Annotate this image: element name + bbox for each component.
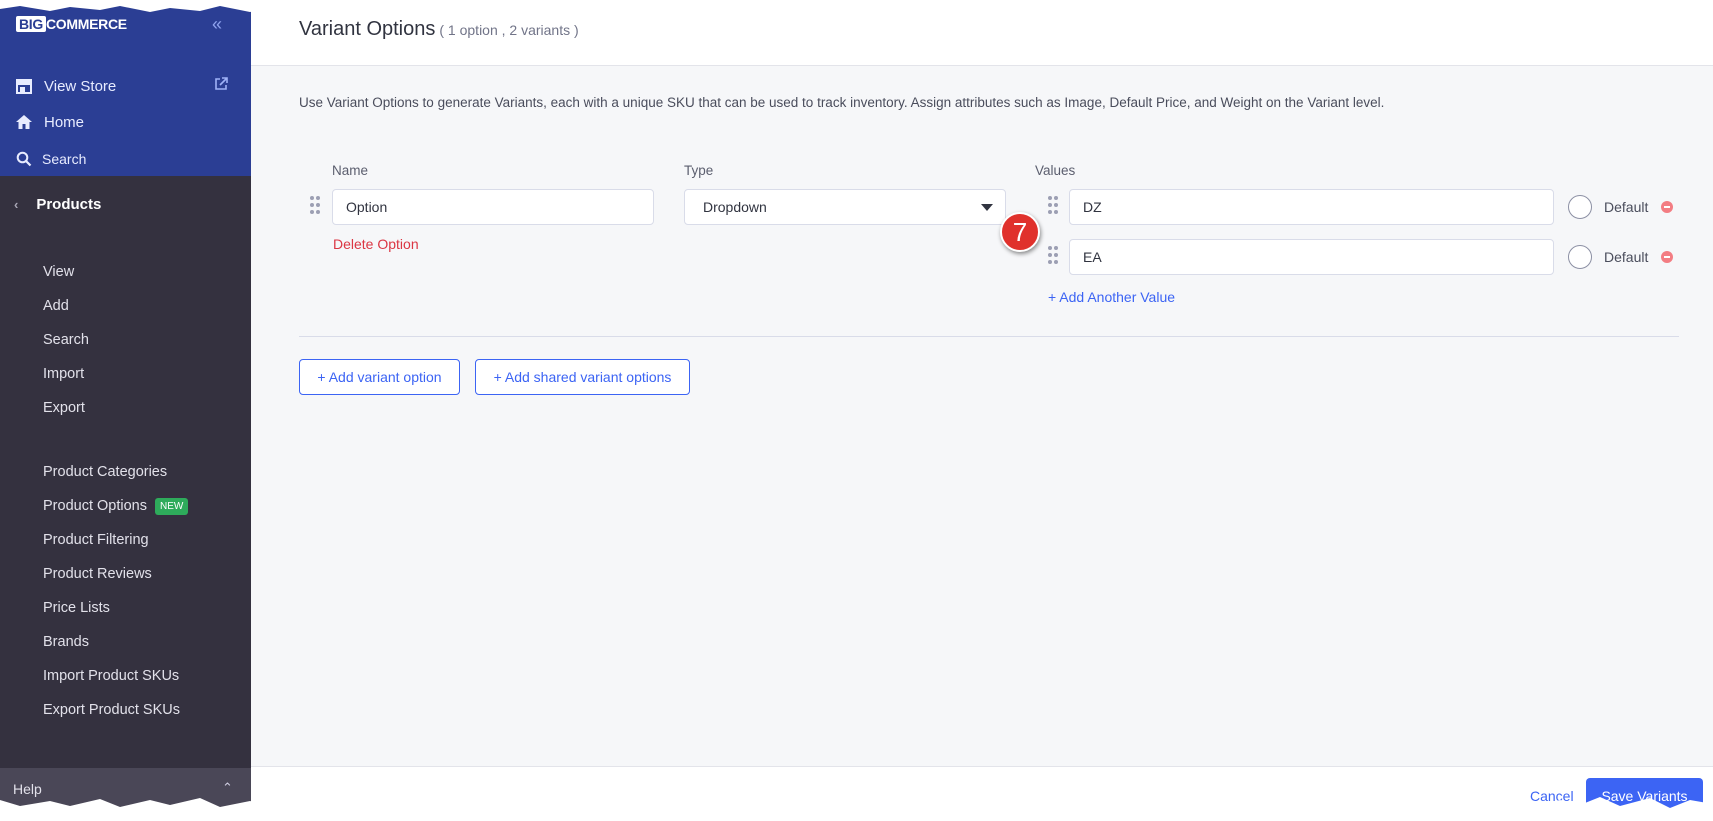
help-bar[interactable]: Help ⌃ bbox=[0, 768, 251, 821]
collapse-sidebar-icon[interactable]: « bbox=[212, 14, 222, 35]
add-shared-variant-options-button[interactable]: + Add shared variant options bbox=[475, 359, 690, 395]
save-variants-button[interactable]: Save Variants bbox=[1586, 778, 1703, 814]
sidebar-link-export-product-skus[interactable]: Export Product SKUs bbox=[43, 702, 180, 718]
sidebar-link-brands[interactable]: Brands bbox=[43, 634, 89, 650]
home-icon bbox=[14, 112, 34, 132]
sidebar-link-add[interactable]: Add bbox=[43, 298, 69, 314]
chevron-up-icon: ⌃ bbox=[222, 780, 233, 795]
store-icon bbox=[14, 76, 34, 96]
page-title: Variant Options( 1 option , 2 variants ) bbox=[299, 18, 579, 40]
sidebar-link-import-product-skus[interactable]: Import Product SKUs bbox=[43, 668, 179, 684]
sidebar-item-home[interactable]: Home bbox=[14, 110, 84, 134]
sidebar-link-price-lists[interactable]: Price Lists bbox=[43, 600, 110, 616]
remove-value-icon[interactable] bbox=[1661, 251, 1673, 263]
drag-handle-icon[interactable] bbox=[310, 196, 320, 216]
bigcommerce-logo[interactable]: BIG COMMERCE bbox=[16, 16, 127, 32]
sidebar-item-label: View Store bbox=[44, 77, 117, 95]
default-radio[interactable] bbox=[1568, 245, 1592, 269]
remove-value-icon[interactable] bbox=[1661, 201, 1673, 213]
dropdown-arrow-icon bbox=[981, 204, 993, 211]
products-section-header[interactable]: ‹ Products bbox=[14, 196, 101, 213]
sidebar-link-product-filtering[interactable]: Product Filtering bbox=[43, 532, 149, 548]
sidebar-link-product-options[interactable]: Product Options NEW bbox=[43, 498, 189, 515]
default-label: Default bbox=[1604, 249, 1649, 265]
sidebar-item-label: Search bbox=[42, 151, 87, 167]
divider bbox=[299, 336, 1679, 337]
add-variant-option-button[interactable]: + Add variant option bbox=[299, 359, 460, 395]
description-text: Use Variant Options to generate Variants… bbox=[299, 95, 1385, 110]
value-input-ea[interactable]: EA bbox=[1069, 239, 1554, 275]
default-radio[interactable] bbox=[1568, 195, 1592, 219]
step-callout-badge: 7 bbox=[1000, 212, 1040, 252]
sidebar-link-search[interactable]: Search bbox=[43, 332, 89, 348]
add-another-value-link[interactable]: + Add Another Value bbox=[1048, 289, 1175, 305]
option-type-select[interactable]: Dropdown bbox=[684, 189, 1006, 225]
main-content: Use Variant Options to generate Variants… bbox=[251, 66, 1713, 766]
sidebar-item-search[interactable]: Search bbox=[14, 147, 86, 171]
cancel-button[interactable]: Cancel bbox=[1530, 788, 1574, 804]
sidebar-link-view[interactable]: View bbox=[43, 264, 74, 280]
sidebar-item-label: Home bbox=[44, 113, 85, 131]
drag-handle-icon[interactable] bbox=[1048, 246, 1058, 266]
delete-option-link[interactable]: Delete Option bbox=[333, 236, 419, 252]
sidebar: BIG COMMERCE « View Store Home Search ‹ P… bbox=[0, 0, 251, 821]
type-label: Type bbox=[684, 163, 714, 178]
search-icon bbox=[14, 149, 34, 169]
sidebar-top-panel: BIG COMMERCE « View Store Home Search bbox=[0, 0, 251, 176]
drag-handle-icon[interactable] bbox=[1048, 196, 1058, 216]
page-header: Variant Options( 1 option , 2 variants ) bbox=[251, 0, 1713, 66]
sidebar-item-view-store[interactable]: View Store bbox=[14, 74, 116, 98]
value-input-dz[interactable]: DZ bbox=[1069, 189, 1554, 225]
sidebar-link-product-reviews[interactable]: Product Reviews bbox=[43, 566, 152, 582]
page-subtitle: ( 1 option , 2 variants ) bbox=[439, 22, 579, 38]
name-label: Name bbox=[332, 163, 369, 178]
sidebar-link-export[interactable]: Export bbox=[43, 400, 85, 416]
sidebar-link-import[interactable]: Import bbox=[43, 366, 84, 382]
values-label: Values bbox=[1035, 163, 1076, 178]
default-label: Default bbox=[1604, 199, 1649, 215]
action-footer: Cancel Save Variants bbox=[251, 766, 1713, 821]
chevron-left-icon: ‹ bbox=[14, 197, 19, 212]
new-badge: NEW bbox=[154, 498, 189, 515]
external-link-icon[interactable] bbox=[214, 77, 228, 94]
option-name-input[interactable]: Option bbox=[332, 189, 654, 225]
sidebar-link-product-categories[interactable]: Product Categories bbox=[43, 464, 167, 480]
